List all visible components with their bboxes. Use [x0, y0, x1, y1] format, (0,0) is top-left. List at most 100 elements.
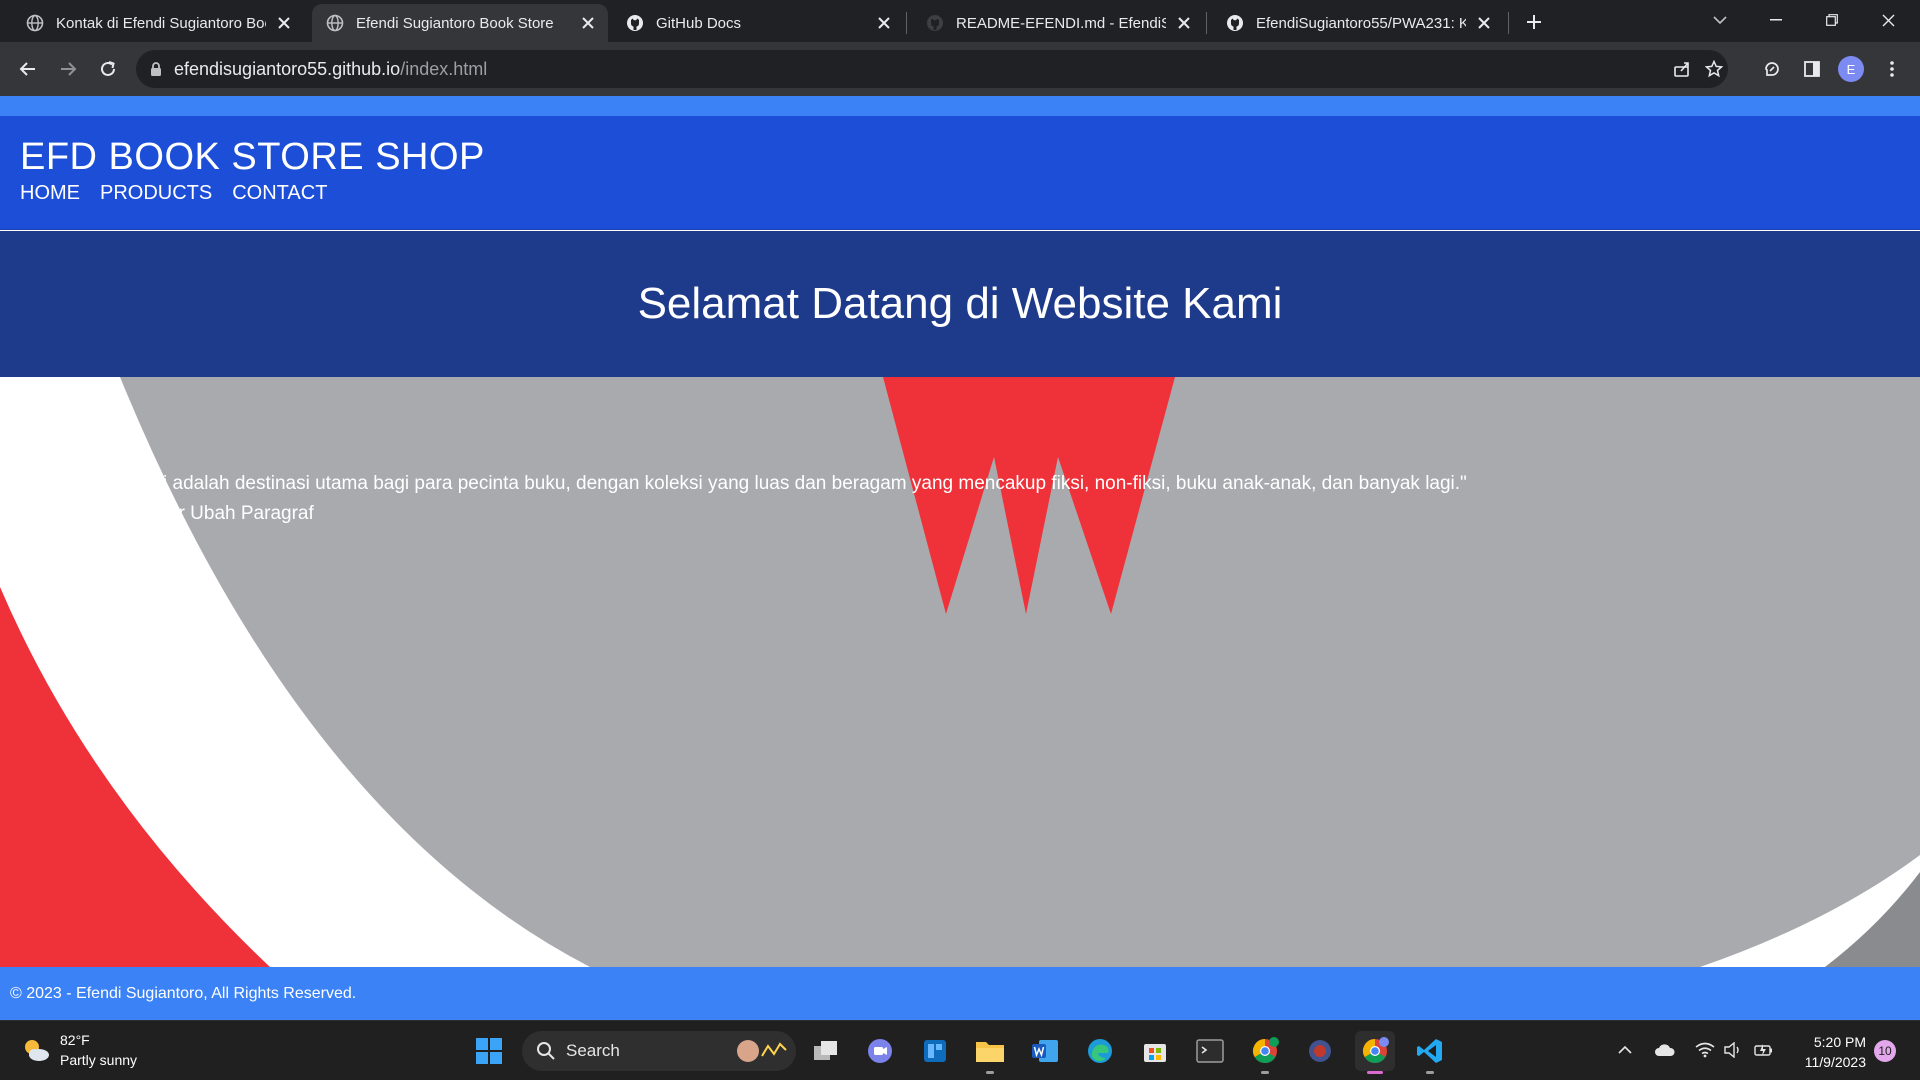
url-host: efendisugiantoro55.github.io: [174, 58, 401, 79]
url-path: /index.html: [400, 58, 488, 79]
close-icon[interactable]: [1474, 13, 1494, 33]
tab-github-docs[interactable]: GitHub Docs: [612, 4, 904, 42]
close-icon[interactable]: [874, 13, 894, 33]
tab-title: GitHub Docs: [656, 14, 742, 32]
copyright-text: © 2023 - Efendi Sugiantoro, All Rights R…: [10, 984, 357, 1002]
hero-heading: Selamat Datang di Website Kami: [637, 279, 1283, 328]
close-icon: [1882, 14, 1894, 26]
site-header: EFD BOOK STORE SHOP HOME PRODUCTS CONTAC…: [0, 116, 1920, 230]
tab-search-button[interactable]: [1692, 0, 1748, 40]
widgets-button[interactable]: [915, 1031, 955, 1071]
store-icon: [1144, 1044, 1166, 1062]
nav-contact-link[interactable]: CONTACT: [232, 182, 327, 205]
show-hidden-icons-button[interactable]: [1612, 1037, 1638, 1063]
address-bar[interactable]: efendisugiantoro55.github.io/index.html: [136, 50, 1728, 88]
file-explorer-button[interactable]: [970, 1031, 1010, 1074]
hero-banner: Selamat Datang di Website Kami: [0, 231, 1920, 377]
search-icon: [537, 1042, 555, 1060]
running-indicator: [1426, 1071, 1434, 1074]
new-tab-button[interactable]: [1520, 8, 1548, 36]
close-window-button[interactable]: [1860, 0, 1916, 40]
edge-button[interactable]: [1080, 1031, 1120, 1071]
wifi-icon[interactable]: [1692, 1037, 1718, 1063]
tab-readme[interactable]: README-EFENDI.md - EfendiSug: [912, 4, 1204, 42]
arrow-left-icon: [19, 62, 35, 76]
taskbar-search[interactable]: Search: [522, 1031, 796, 1071]
globe-icon: [26, 14, 44, 32]
globe-icon: [326, 14, 344, 32]
side-panel-button[interactable]: [1796, 53, 1828, 85]
store-button[interactable]: [1135, 1031, 1175, 1071]
minimize-button[interactable]: [1748, 0, 1804, 40]
github-icon: [1226, 14, 1244, 32]
word-button[interactable]: [1025, 1031, 1065, 1071]
windows-icon: [476, 1038, 502, 1064]
github-icon: [926, 14, 944, 32]
weather-widget[interactable]: 82°F Partly sunny: [20, 1030, 137, 1070]
plus-icon: [1527, 15, 1541, 29]
github-icon: [626, 14, 644, 32]
weather-temp: 82°F: [60, 1032, 90, 1048]
close-icon[interactable]: [578, 13, 598, 33]
extension-icon: [1765, 62, 1779, 76]
clock-date: 11/9/2023: [1804, 1054, 1866, 1070]
side-panel-icon: [1804, 61, 1820, 77]
browser-toolbar: efendisugiantoro55.github.io/index.html …: [0, 42, 1920, 96]
close-icon[interactable]: [1174, 13, 1194, 33]
tab-separator: [1508, 12, 1509, 34]
chevron-down-icon: [1713, 16, 1727, 25]
chrome-active-button[interactable]: [1355, 1031, 1395, 1074]
reload-button[interactable]: [92, 53, 124, 85]
arrow-right-icon: [61, 62, 77, 76]
battery-icon[interactable]: [1752, 1037, 1778, 1063]
terminal-icon: [1196, 1039, 1224, 1063]
tab-kontak[interactable]: Kontak di Efendi Sugiantoro Boo: [12, 4, 304, 42]
tab-separator: [906, 12, 907, 34]
site-footer: © 2023 - Efendi Sugiantoro, All Rights R…: [0, 967, 1920, 1020]
task-view-icon: [814, 1041, 837, 1060]
chat-icon: [868, 1039, 892, 1063]
lock-icon[interactable]: [150, 61, 162, 77]
partly-sunny-icon: [25, 1040, 49, 1061]
tab-book-store[interactable]: Efendi Sugiantoro Book Store: [312, 4, 608, 42]
intro-paragraph: i adalah destinasi utama bagi para pecin…: [0, 469, 1467, 529]
tab-title: Kontak di Efendi Sugiantoro Boo: [56, 14, 266, 32]
search-label: Search: [566, 1041, 620, 1060]
extensions-button[interactable]: [1756, 53, 1788, 85]
forward-button[interactable]: [52, 53, 84, 85]
app-icon: [1309, 1040, 1331, 1062]
profile-avatar[interactable]: E: [1838, 56, 1864, 82]
tab-pwa-repo[interactable]: EfendiSugiantoro55/PWA231: Ke: [1212, 4, 1504, 42]
reload-icon: [101, 61, 115, 76]
bookmark-star-icon[interactable]: [1698, 53, 1730, 85]
close-icon[interactable]: [274, 13, 294, 33]
back-button[interactable]: [12, 53, 44, 85]
app-button[interactable]: [1300, 1031, 1340, 1071]
taskbar: 82°F Partly sunny Search 5:20 PM 11/9/20…: [0, 1020, 1920, 1080]
nav-home-link[interactable]: HOME: [20, 182, 80, 205]
menu-button[interactable]: [1876, 53, 1908, 85]
terminal-button[interactable]: [1190, 1031, 1230, 1071]
start-button[interactable]: [469, 1031, 509, 1071]
more-vertical-icon: [1890, 61, 1894, 77]
task-view-button[interactable]: [806, 1031, 846, 1071]
background-graphic: [0, 377, 1920, 967]
chrome-profile-button[interactable]: [1245, 1031, 1285, 1074]
tab-title: README-EFENDI.md - EfendiSug: [956, 14, 1166, 32]
volume-icon[interactable]: [1720, 1037, 1746, 1063]
site-title: EFD BOOK STORE SHOP: [20, 136, 485, 178]
onedrive-icon[interactable]: [1652, 1037, 1678, 1063]
nav-products-link[interactable]: PRODUCTS: [100, 182, 212, 205]
teams-chat-button[interactable]: [860, 1031, 900, 1071]
widgets-icon: [924, 1040, 946, 1062]
minimize-icon: [1770, 19, 1782, 21]
tab-separator: [1206, 12, 1207, 34]
tab-title: Efendi Sugiantoro Book Store: [356, 14, 554, 32]
notification-badge[interactable]: 10: [1874, 1040, 1896, 1062]
share-icon[interactable]: [1666, 53, 1698, 85]
restore-button[interactable]: [1804, 0, 1860, 40]
top-accent-bar: [0, 96, 1920, 116]
system-clock[interactable]: 5:20 PM 11/9/2023: [1794, 1032, 1866, 1072]
tab-title: EfendiSugiantoro55/PWA231: Ke: [1256, 14, 1466, 32]
vscode-button[interactable]: [1410, 1031, 1450, 1074]
